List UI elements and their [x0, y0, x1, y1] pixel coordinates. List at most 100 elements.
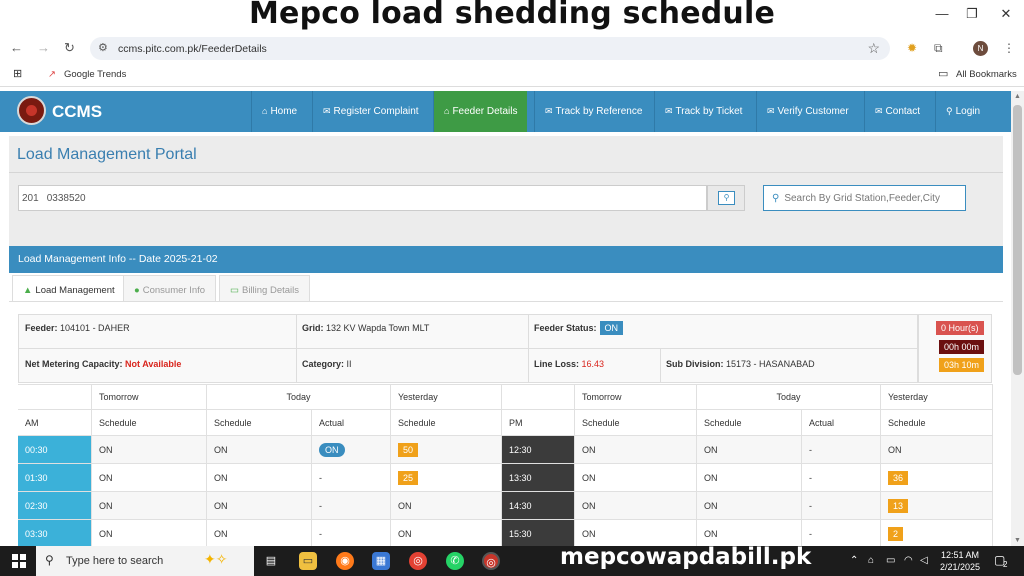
pm-time-cell: 12:30	[502, 436, 575, 463]
divider	[528, 314, 529, 348]
extension-icon[interactable]: ✹	[907, 41, 917, 55]
file-explorer-icon[interactable]: ▭	[299, 552, 317, 570]
nav-label: Feeder Details	[452, 106, 518, 117]
folder-icon: ▭	[938, 68, 949, 80]
site-navbar: CCMS ⌂ Home ✉ Register Complaint ⌂ Feeder D…	[0, 91, 1011, 132]
banner-title: Mepco load shedding schedule	[248, 0, 776, 31]
nav-verify-customer[interactable]: ✉ Verify Customer	[756, 91, 859, 132]
profile-avatar[interactable]: N	[973, 41, 988, 56]
bookmarks-bar: ⊞ ↗ Google Trends ▭ All Bookmarks	[0, 62, 1024, 87]
tray-chevron-icon[interactable]: ⌃	[850, 555, 858, 566]
nav-track-by-ticket[interactable]: ✉ Track by Ticket	[654, 91, 752, 132]
whatsapp-icon[interactable]: ✆	[446, 552, 464, 570]
nav-label: Login	[955, 106, 981, 117]
windows-start-icon[interactable]	[12, 554, 26, 568]
status-label: Feeder Status:	[534, 323, 597, 333]
am-time-cell: 03:30	[18, 520, 92, 547]
table-cell: -	[802, 436, 881, 463]
am-time-cell: 02:30	[18, 492, 92, 519]
table-cell: ON	[92, 464, 207, 491]
tab-label: Consumer Info	[142, 285, 206, 296]
nav-contact[interactable]: ✉ Contact	[864, 91, 930, 132]
nav-label: Contact	[885, 106, 921, 117]
apps-grid-icon[interactable]: ⊞	[13, 67, 22, 80]
bookmark-google-trends[interactable]: Google Trends	[64, 69, 126, 80]
key-icon: ⚲	[946, 106, 953, 116]
scroll-up-icon[interactable]: ▲	[1014, 93, 1021, 100]
table-cell: -	[802, 464, 881, 491]
nav-feeder-details[interactable]: ⌂ Feeder Details	[433, 91, 528, 132]
outage-badge: 13	[888, 498, 909, 513]
forward-button[interactable]: →	[37, 40, 50, 55]
grid-field: Grid: 132 KV Wapda Town MLT	[302, 323, 429, 333]
nav-label: Verify Customer	[777, 106, 849, 117]
table-cell: ON	[391, 492, 502, 519]
nav-home[interactable]: ⌂ Home	[251, 91, 307, 132]
task-view-icon[interactable]: ▤	[262, 552, 280, 570]
chrome-icon[interactable]: ◎	[409, 552, 427, 570]
bookmark-star-icon[interactable]: ☆	[867, 40, 880, 57]
tab-billing-details[interactable]: ▭ Billing Details	[219, 275, 311, 301]
comment-icon: ✉	[323, 106, 331, 116]
card-icon: ▭	[230, 285, 239, 296]
volume-icon[interactable]: ◁	[920, 555, 928, 566]
scrollbar-thumb[interactable]	[1013, 105, 1022, 375]
scroll-down-icon[interactable]: ▼	[1014, 537, 1021, 544]
menu-kebab-icon[interactable]: ⋮	[1003, 41, 1015, 55]
col-actual: Actual	[312, 410, 391, 435]
chrome-profile-icon[interactable]: ◎	[482, 552, 500, 570]
title-bar: Mepco load shedding schedule — ❐ ✕	[0, 0, 1024, 34]
brand-name[interactable]: CCMS	[52, 102, 102, 122]
group-yesterday: Yesterday	[391, 385, 502, 409]
road-icon: ▲	[23, 285, 33, 296]
comment-icon: ✉	[767, 106, 775, 116]
pm-time-cell: 13:30	[502, 464, 575, 491]
category-value: II	[346, 359, 352, 369]
taskbar-clock[interactable]: 12:51 AM 2/21/2025	[940, 549, 980, 573]
col-am: AM	[18, 410, 92, 435]
reference-input[interactable]: 201 0338520	[18, 185, 707, 211]
back-button[interactable]: ←	[10, 40, 23, 55]
nav-register-complaint[interactable]: ✉ Register Complaint	[312, 91, 429, 132]
reload-button[interactable]: ↻	[64, 40, 75, 56]
tab-consumer-info[interactable]: ● Consumer Info	[123, 275, 217, 301]
wifi-icon[interactable]: ◠	[904, 555, 913, 566]
grid-search-placeholder: Search By Grid Station,Feeder,City	[784, 193, 940, 204]
outage-badge: 25	[398, 470, 419, 485]
battery-icon[interactable]: ▭	[886, 555, 895, 566]
store-icon[interactable]: ▦	[372, 552, 390, 570]
taskbar-search[interactable]: ⚲ Type here to search ✦✧	[36, 546, 254, 576]
close-button[interactable]: ✕	[990, 6, 1022, 22]
all-bookmarks[interactable]: All Bookmarks	[956, 69, 1017, 80]
divider	[9, 172, 1003, 173]
table-cell: -	[802, 492, 881, 519]
col-pm: PM	[502, 410, 575, 435]
url-field[interactable]: ⚙ ccms.pitc.com.pk/FeederDetails ☆	[90, 37, 890, 60]
nav-login[interactable]: ⚲ Login	[935, 91, 990, 132]
divider	[296, 314, 297, 348]
site-info-icon[interactable]: ⚙	[98, 41, 108, 54]
firefox-icon[interactable]: ◉	[336, 552, 354, 570]
ccms-logo[interactable]	[17, 96, 46, 125]
minimize-button[interactable]: —	[926, 6, 958, 21]
extensions-puzzle-icon[interactable]: ⧉	[934, 41, 943, 56]
table-cell: ON	[92, 492, 207, 519]
taskbar: ⚲ Type here to search ✦✧ ▤ ▭ ◉ ▦ ◎ ✆ ◎ m…	[0, 544, 1024, 576]
restore-button[interactable]: ❐	[956, 6, 988, 22]
tab-load-management[interactable]: ▲ Load Management	[12, 275, 126, 302]
nav-track-by-reference[interactable]: ✉ Track by Reference	[534, 91, 652, 132]
duration-badge: 03h 10m	[939, 358, 985, 372]
network-icon[interactable]: ⌂	[868, 555, 874, 566]
hours-badge: 0 Hour(s)	[936, 321, 984, 335]
sub-division-field: Sub Division: 15173 - HASANABAD	[666, 359, 815, 369]
search-icon: ⚲	[45, 553, 54, 567]
line-loss-field: Line Loss: 16.43	[534, 359, 604, 369]
nav-label: Track by Ticket	[675, 106, 743, 117]
grid-search-input[interactable]: ⚲ Search By Grid Station,Feeder,City	[763, 185, 966, 211]
address-bar: ← → ↻ ⚙ ccms.pitc.com.pk/FeederDetails ☆…	[0, 34, 1024, 62]
table-cell: 2	[881, 520, 993, 547]
page-scrollbar[interactable]: ▲ ▼	[1011, 91, 1024, 546]
taskbar-search-placeholder: Type here to search	[66, 555, 164, 567]
search-button[interactable]: ⚲	[707, 185, 745, 211]
outage-badge: 50	[398, 442, 419, 457]
